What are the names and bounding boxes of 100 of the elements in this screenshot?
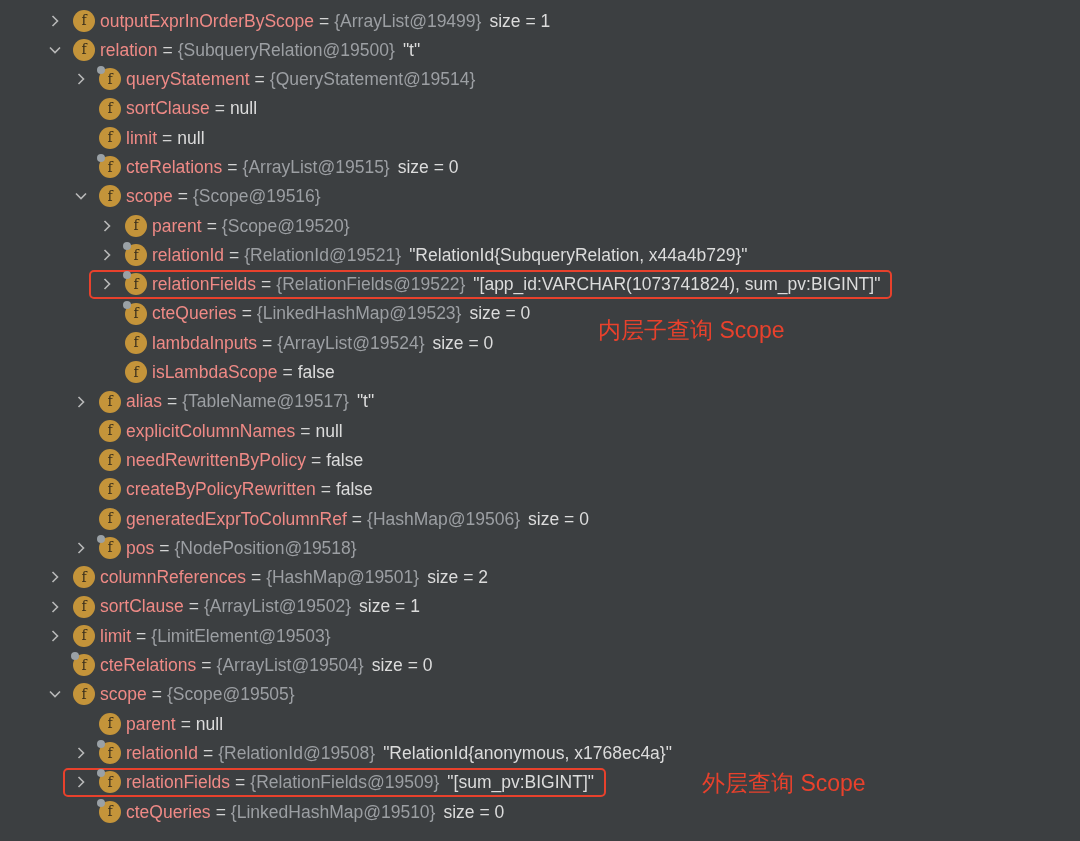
tree-row[interactable]: f columnReferences = {HashMap@19501} size = 2 (37, 562, 500, 592)
annotation-label: 外层查询 Scope (702, 769, 866, 798)
field-icon: f (125, 214, 147, 237)
variable-name: alias (126, 390, 162, 414)
chevron-right-icon[interactable] (49, 629, 61, 642)
tree-row[interactable]: f scope = {Scope@19505} (37, 679, 307, 709)
field-icon: f (73, 38, 95, 61)
object-reference: {HashMap@19501} (266, 566, 420, 590)
chevron-right-icon[interactable] (75, 747, 87, 760)
equals-sign: = (262, 331, 273, 355)
field-icon: f (99, 800, 121, 823)
equals-sign: = (162, 38, 173, 62)
chevron-right-icon[interactable] (101, 249, 113, 261)
tree-row[interactable]: f sortClause = null (63, 94, 270, 124)
tree-row[interactable]: f relationId = {RelationId@19508} "RelationId{anonymous, x1768ec4a}" (63, 738, 684, 768)
tree-row[interactable]: f cteRelations = {ArrayList@19504} size = 0 (37, 650, 445, 680)
variable-value: size = 2 (427, 566, 488, 590)
variable-name: columnReferences (100, 566, 246, 590)
variable-value: "RelationId{SubqueryRelation, x44a4b729}" (409, 243, 748, 267)
tree-row[interactable]: f sortClause = {ArrayList@19502} size = 1 (37, 592, 432, 622)
object-reference: {QueryStatement@19514} (269, 68, 476, 92)
chevron-right-icon[interactable] (49, 571, 61, 584)
object-reference: {RelationFields@19509} (250, 771, 440, 795)
chevron-right-icon[interactable] (75, 73, 87, 86)
object-reference: {RelationId@19508} (218, 741, 376, 765)
tree-row[interactable]: f isLambdaScope = false (89, 357, 347, 387)
variable-name: relationId (126, 741, 198, 765)
tree-row[interactable]: f relationId = {RelationId@19521} "RelationId{SubqueryRelation, x44a4b729}" (89, 240, 760, 270)
chevron-right-icon[interactable] (75, 542, 87, 554)
tree-row[interactable]: f relation = {SubqueryRelation@19500} "t" (37, 35, 433, 65)
tree-row[interactable]: f lambdaInputs = {ArrayList@19524} size = 0 (89, 328, 506, 358)
tree-row[interactable]: f limit = null (63, 123, 217, 153)
tree-row[interactable]: f parent = {Scope@19520} (89, 211, 362, 241)
tree-row[interactable]: f relationFields = {RelationFields@19522} "[app_id:VARCHAR(1073741824), sum_pv:BIGINT]" (89, 269, 893, 299)
chevron-right-icon[interactable] (101, 219, 113, 232)
equals-sign: = (241, 302, 252, 326)
tree-row[interactable]: f generatedExprToColumnRef = {HashMap@19506} size = 0 (63, 504, 601, 534)
tree-row[interactable]: f cteRelations = {ArrayList@19515} size = 0 (63, 152, 471, 182)
variable-name: sortClause (100, 595, 184, 619)
object-reference: {NodePosition@19518} (174, 536, 357, 560)
chevron-right-icon[interactable] (75, 395, 87, 408)
tree-row[interactable]: f explicitColumnNames = null (63, 416, 355, 446)
variable-name: cteQueries (126, 800, 211, 824)
equals-sign: = (282, 361, 293, 385)
field-icon: f (99, 68, 121, 91)
tree-row[interactable]: f createByPolicyRewritten = false (63, 474, 385, 504)
tree-row[interactable]: f cteQueries = {LinkedHashMap@19523} size = 0 (89, 299, 543, 329)
equals-sign: = (254, 68, 265, 92)
tree-row[interactable]: f queryStatement = {QueryStatement@19514} (63, 64, 488, 94)
chevron-right-icon[interactable] (49, 600, 61, 613)
chevron-right-icon[interactable] (75, 776, 87, 789)
equals-sign: = (310, 448, 322, 472)
field-icon: f (99, 126, 121, 149)
variable-name: needRewrittenByPolicy (126, 448, 306, 472)
variable-value: size = 0 (469, 302, 531, 326)
chevron-right-icon[interactable] (101, 278, 113, 291)
object-reference: {HashMap@19506} (367, 507, 521, 531)
field-icon: f (99, 507, 121, 530)
variable-name: createByPolicyRewritten (126, 478, 316, 502)
equals-sign: = (201, 654, 212, 678)
variable-name: sortClause (126, 97, 210, 121)
field-icon: f (125, 361, 147, 384)
variable-name: limit (100, 624, 132, 648)
variable-value: false (335, 478, 373, 502)
equals-sign: = (319, 9, 330, 33)
equals-sign: = (235, 771, 246, 795)
tree-row[interactable]: f cteQueries = {LinkedHashMap@19510} size = 0 (63, 797, 517, 827)
object-reference: {Scope@19505} (166, 683, 295, 707)
variable-value: "RelationId{anonymous, x1768ec4a}" (383, 741, 672, 765)
equals-sign: = (159, 536, 170, 560)
tree-row[interactable]: f alias = {TableName@19517} "t" (63, 387, 387, 416)
object-reference: {LimitElement@19503} (151, 624, 331, 648)
tree-row[interactable]: f outputExprInOrderByScope = {ArrayList@19499} size = 1 (37, 6, 563, 36)
variable-name: relationFields (126, 771, 231, 795)
tree-row[interactable]: f needRewrittenByPolicy = false (63, 445, 376, 475)
equals-sign: = (151, 683, 162, 707)
variable-value: "[app_id:VARCHAR(1073741824), sum_pv:BIGINT]" (473, 273, 881, 297)
variable-value: size = 0 (397, 156, 459, 179)
object-reference: {ArrayList@19524} (277, 331, 425, 355)
tree-row[interactable]: f pos = {NodePosition@19518} (63, 533, 369, 563)
equals-sign: = (188, 595, 199, 619)
object-reference: {Scope@19520} (221, 214, 350, 238)
tree-row[interactable]: f limit = {LimitElement@19503} (37, 621, 343, 651)
field-icon: f (99, 419, 121, 442)
tree-row[interactable]: f scope = {Scope@19516} (63, 181, 333, 211)
equals-sign: = (180, 712, 191, 736)
tree-row[interactable]: f relationFields = {RelationFields@19509} "[sum_pv:BIGINT]" (63, 767, 606, 797)
variable-value: false (297, 361, 335, 385)
chevron-right-icon[interactable] (49, 14, 61, 27)
variable-value: "t" (356, 390, 375, 414)
variable-value: null (229, 97, 258, 121)
tree-row[interactable]: f parent = null (63, 709, 236, 739)
equals-sign: = (206, 214, 217, 238)
object-reference: {ArrayList@19502} (203, 595, 352, 619)
field-icon: f (125, 302, 147, 325)
field-icon: f (99, 185, 121, 208)
equals-sign: = (229, 243, 240, 267)
variable-name: outputExprInOrderByScope (100, 9, 314, 33)
variable-value: null (195, 712, 224, 736)
variable-value: false (326, 448, 364, 472)
